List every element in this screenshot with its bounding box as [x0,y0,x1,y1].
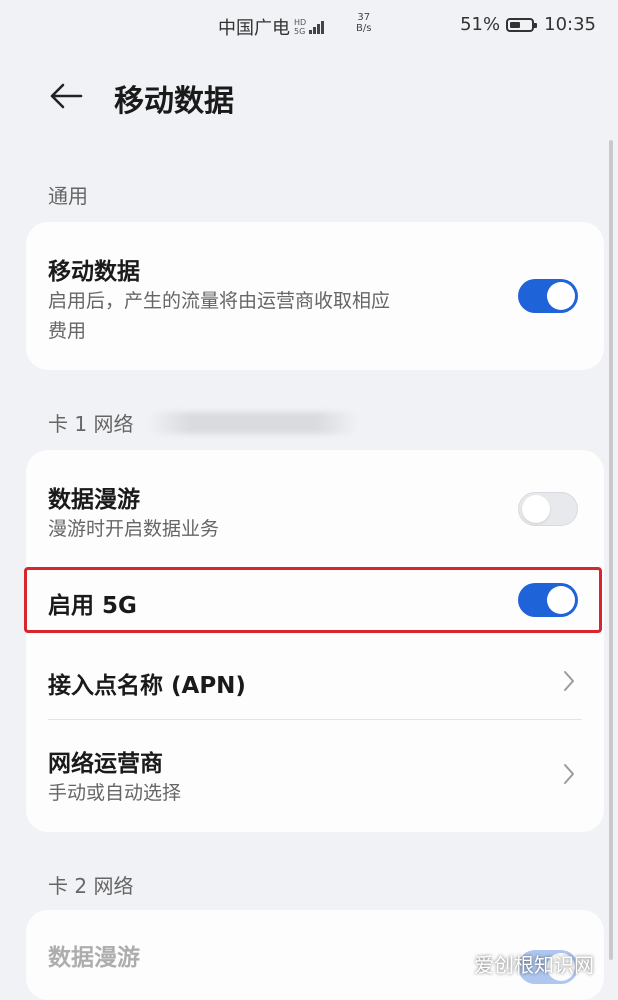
operator-title: 网络运营商 [48,751,163,777]
mobile-data-row[interactable]: 移动数据 启用后，产生的流量将由运营商收取相应 费用 [26,222,604,370]
scrollbar[interactable] [609,140,613,960]
clock: 10:35 [544,14,596,35]
mobile-data-toggle[interactable] [518,279,578,313]
sim2-data-roaming-title: 数据漫游 [48,945,140,971]
watermark: 爱创根知识网 [474,953,594,977]
header: 移动数据 [0,56,618,140]
arrow-left-icon [50,83,83,109]
network-type-badge: HD 5G [294,18,307,36]
page-title: 移动数据 [114,84,234,119]
apn-title: 接入点名称 (APN) [48,673,246,699]
network-speed: 37 B/s [356,12,372,34]
status-bar: 中国广电 HD 5G 37 B/s 51% 10:35 [0,0,618,56]
card-general: 移动数据 启用后，产生的流量将由运营商收取相应 费用 [26,222,604,370]
battery-percent: 51% [460,14,501,35]
carrier-info: 中国广电 HD 5G [218,14,325,40]
carrier-name: 中国广电 [218,18,290,39]
section-label-sim2: 卡 2 网络 [48,874,134,898]
operator-row[interactable]: 网络运营商 手动或自动选择 [26,720,604,832]
data-roaming-title: 数据漫游 [48,487,140,513]
apn-row[interactable]: 接入点名称 (APN) [26,642,604,718]
operator-subtitle: 手动或自动选择 [48,782,182,804]
battery-status: 51% 10:35 [460,14,596,35]
back-button[interactable] [44,74,88,118]
battery-fill [510,21,521,28]
card-sim1: 数据漫游 漫游时开启数据业务 启用 5G 接入点名称 (APN) 网络运营商 手… [26,450,604,832]
data-roaming-toggle[interactable] [518,492,578,526]
highlight-annotation [24,567,602,633]
chevron-right-icon [564,671,574,691]
redacted-operator-name [148,412,358,434]
section-label-sim1: 卡 1 网络 [48,412,134,436]
data-roaming-row[interactable]: 数据漫游 漫游时开启数据业务 [26,450,604,562]
data-roaming-subtitle: 漫游时开启数据业务 [48,518,220,540]
chevron-right-icon [564,764,574,784]
section-label-general: 通用 [48,184,88,208]
battery-icon [506,17,538,32]
mobile-data-title: 移动数据 [48,259,140,285]
mobile-data-subtitle: 启用后，产生的流量将由运营商收取相应 费用 [48,290,391,342]
signal-icon [309,20,325,34]
